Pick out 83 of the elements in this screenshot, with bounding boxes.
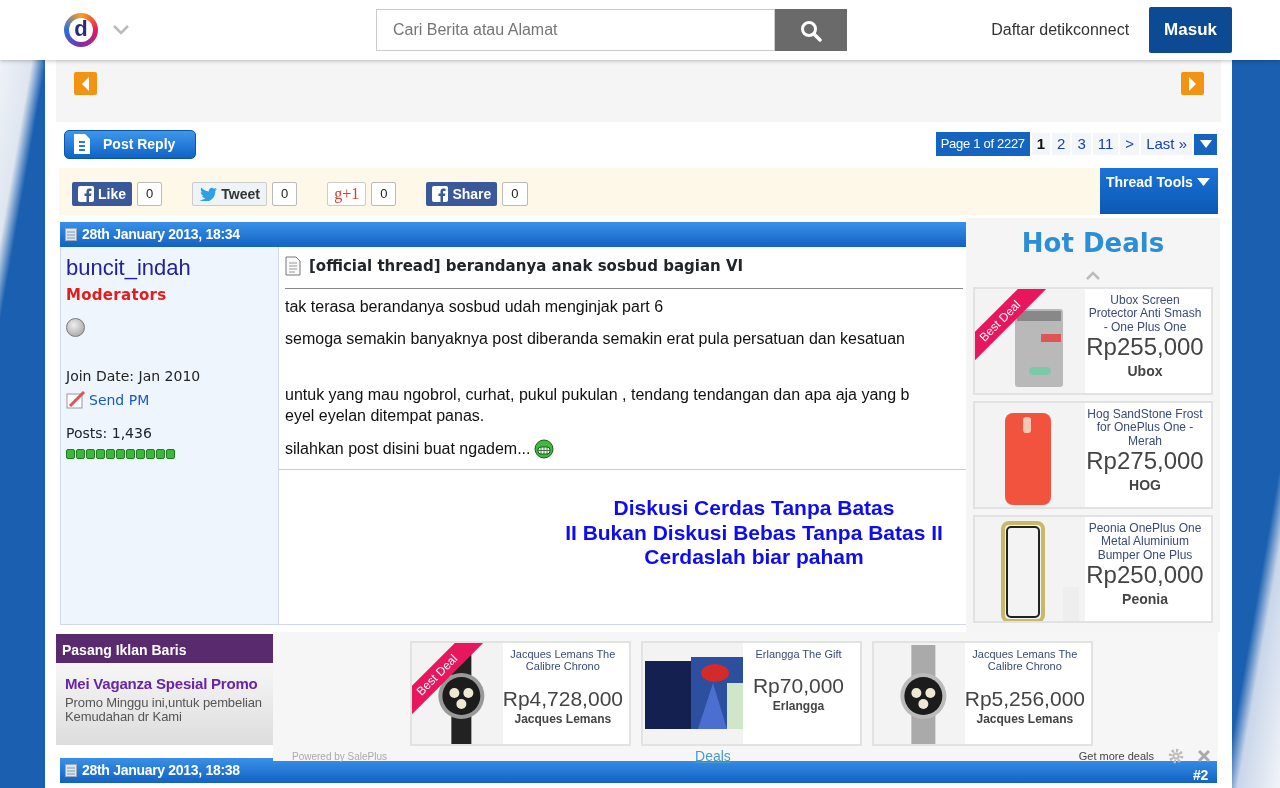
product-name: Jacques Lemans The Calibre Chrono: [509, 648, 617, 673]
search-button[interactable]: [775, 9, 847, 51]
post-date: 28th January 2013, 18:34: [82, 225, 240, 244]
page-count-label: Page 1 of 2227: [935, 132, 1030, 156]
brand-name: Ubox: [1126, 361, 1164, 381]
document-icon: [73, 133, 91, 155]
post-text: semoga semakin banyaknya post diberanda semakin erat pula persatuan dan kesatuan: [285, 329, 906, 350]
product-price: Rp4,728,000: [502, 686, 623, 710]
document-icon: [65, 228, 77, 241]
grin-emoticon-icon: [534, 439, 555, 460]
send-pm-link[interactable]: Send PM: [66, 389, 150, 411]
product-name: Erlangga The Gift: [754, 648, 843, 661]
page-link[interactable]: 1: [1031, 132, 1051, 156]
post-text: untuk yang mau ngobrol, curhat, pukul pukulan , tendang tendangan dan apa aja yang b eyel eyelan ditempat panas.: [285, 385, 911, 426]
share-count: 0: [137, 182, 163, 206]
share-count: 0: [271, 182, 298, 206]
post-title: [official thread] berandanya anak sosbud bagian VI: [309, 256, 744, 277]
deal-card[interactable]: Erlangga The Gift Rp70,000 Erlangga: [641, 641, 862, 746]
bird-icon: [199, 187, 218, 201]
page-link[interactable]: 11: [1092, 132, 1119, 156]
product-name: Peonia OnePlus One Metal Aluminium Bumper One Plus: [1087, 522, 1203, 563]
product-price: Rp250,000: [1085, 562, 1205, 589]
product-price: Rp70,000: [751, 674, 846, 698]
arrow-left-icon: [82, 76, 89, 91]
chevron-down-icon[interactable]: [112, 24, 130, 36]
promo-link[interactable]: Mei Vaganza Spesial Promo: [56, 663, 273, 696]
page-link[interactable]: Last »: [1141, 132, 1192, 156]
product-name: Hog SandStone Frost for OnePlus One - Merah: [1086, 408, 1204, 449]
username-link[interactable]: buncit_indah: [66, 251, 191, 284]
twitter-button[interactable]: Tweet: [192, 182, 267, 206]
caret-down-icon: [1196, 177, 1210, 186]
deal-card[interactable]: Hog SandStone Frost for OnePlus One - Merah Rp275,000 HOG: [973, 401, 1213, 509]
brand-name: Jacques Lemans: [513, 710, 613, 728]
gplus-button[interactable]: g+1: [327, 182, 367, 206]
search-field[interactable]: Cari Berita atau Alamat: [376, 9, 775, 51]
post-number: #2: [1193, 767, 1208, 783]
deal-card[interactable]: Peonia OnePlus One Metal Aluminium Bumper One Plus Rp250,000 Peonia: [973, 515, 1213, 623]
page-link[interactable]: 3: [1072, 132, 1091, 156]
user-rank: Moderators: [66, 285, 168, 306]
page-link[interactable]: 2: [1052, 132, 1071, 156]
more-deals-link[interactable]: Get more deals: [1078, 747, 1154, 765]
classified-title: Pasang Iklan Baris: [56, 634, 273, 663]
powered-by-text: Powered by SalePlus: [292, 749, 388, 764]
brand-name: Jacques Lemans: [975, 710, 1075, 728]
brand-name: Erlangga: [771, 698, 826, 716]
page-link[interactable]: >: [1120, 132, 1140, 156]
brand-name: HOG: [1128, 475, 1162, 495]
product-price: Rp275,000: [1085, 448, 1205, 475]
hot-deals-title: Hot Deals: [1020, 227, 1166, 260]
facebook-button[interactable]: Like: [72, 182, 132, 206]
product-name: Ubox Screen Protector Anti Smash - One Plus One: [1087, 294, 1203, 335]
product-price: Rp255,000: [1085, 334, 1205, 361]
facebook-button[interactable]: Share: [426, 182, 498, 206]
arrow-right-icon: [1189, 76, 1196, 91]
search-icon: [800, 19, 822, 42]
page-menu-button[interactable]: [1194, 133, 1217, 155]
join-date: Join Date: Jan 2010: [66, 366, 202, 386]
post-text: tak terasa berandanya sosbud udah menginjak part 6: [285, 296, 665, 317]
share-count: 0: [502, 182, 528, 206]
brand-name: Peonia: [1121, 589, 1169, 609]
deal-card[interactable]: Jacques Lemans The Calibre Chrono Rp5,256,000 Jacques Lemans: [872, 641, 1093, 746]
post-text: silahkan post disini buat ngadem...: [285, 438, 531, 459]
logo[interactable]: d: [64, 13, 98, 47]
share-count: 0: [371, 182, 397, 206]
chevron-up-icon[interactable]: [1086, 271, 1100, 281]
facebook-icon: [432, 186, 449, 202]
login-button[interactable]: Masuk: [1149, 7, 1232, 53]
document-icon: [285, 256, 301, 277]
caret-down-icon: [1199, 140, 1212, 148]
promo-text: Promo Minggu ini,untuk pembelian Kemudahan dr Kami: [64, 695, 263, 726]
close-icon: [1198, 750, 1210, 762]
register-link[interactable]: Daftar detikconnect: [991, 18, 1130, 42]
post-date: 28th January 2013, 18:38: [82, 761, 240, 780]
post-count: Posts: 1,436: [66, 424, 153, 443]
thread-tools-button[interactable]: Thread Tools: [1100, 168, 1218, 214]
next-button[interactable]: [1181, 72, 1204, 95]
pencil-note-icon: [66, 391, 86, 409]
document-icon: [65, 764, 77, 777]
product-name: Jacques Lemans The Calibre Chrono: [971, 648, 1079, 673]
previous-button[interactable]: [74, 72, 97, 95]
product-price: Rp5,256,000: [964, 686, 1085, 710]
post-reply-button[interactable]: Post Reply: [64, 129, 196, 159]
facebook-icon: [78, 186, 94, 202]
